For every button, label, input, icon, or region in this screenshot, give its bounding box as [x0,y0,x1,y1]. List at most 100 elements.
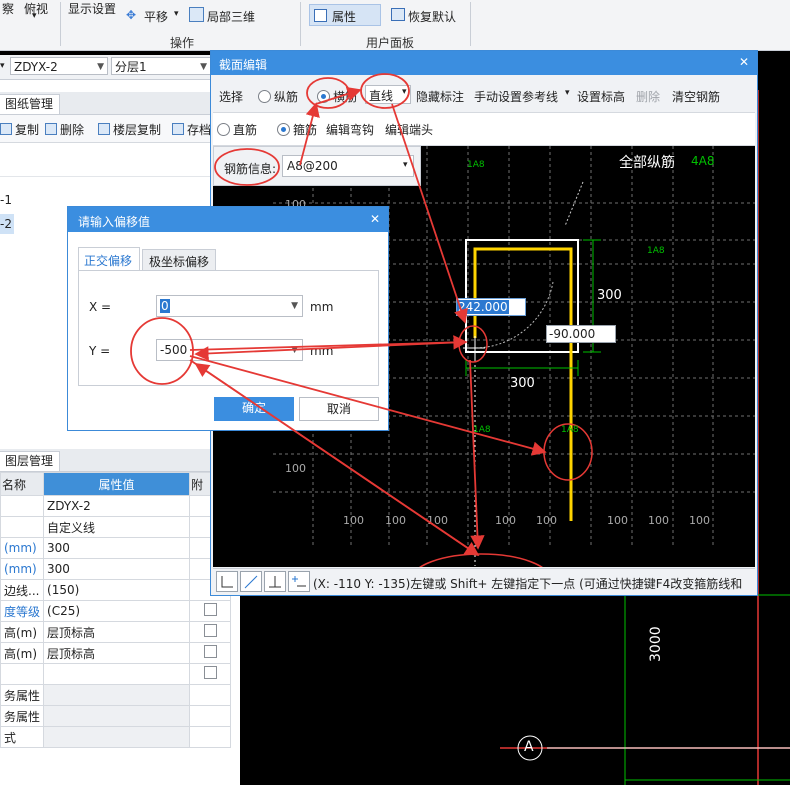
delete-label: 删除 [60,123,85,137]
move-icon: ✥ [126,8,137,22]
property-value[interactable] [43,684,191,706]
table-row[interactable]: 高(m) 层顶标高 [0,642,232,664]
ribbon-item-pan[interactable]: 平移 [144,8,168,25]
ribbon-item-cha[interactable]: 察 [2,0,14,17]
ribbon: 察 俯视 ▾ 显示设置 ✥ 平移 ▾ 局部三维 操作 属性 恢复默认 用户面板 [0,0,790,51]
delete-button[interactable]: 删除 [45,121,84,138]
floor-select[interactable]: 分层1 ▼ [111,57,211,75]
ribbon-item-restore-default[interactable]: 恢复默认 [408,8,456,25]
chevron-down-icon[interactable]: ▾ [565,88,570,98]
property-name: 度等级 [0,600,45,622]
tree-item[interactable]: -1 [0,193,12,207]
chevron-down-icon[interactable]: ▾ [0,61,5,71]
tab-orthogonal-offset[interactable]: 正交偏移 [78,247,140,271]
table-row[interactable]: 务属性 [0,705,232,727]
ok-button[interactable]: 确定 [214,397,294,421]
radio-longitudinal-label: 纵筋 [274,90,299,104]
component-select-value: ZDYX-2 [14,60,58,74]
clear-rebar-button[interactable]: 清空钢筋 [672,88,720,105]
property-value[interactable]: 自定义线 [43,516,191,538]
chevron-down-icon[interactable]: ▾ [32,11,37,21]
tree-item-label: -2 [0,217,12,231]
property-value[interactable]: (150) [43,579,191,601]
ribbon-item-properties[interactable]: 属性 [309,4,381,26]
close-icon[interactable]: ✕ [370,212,380,226]
snap-diagonal-button[interactable] [240,571,262,592]
select-tool-button[interactable]: 选择 [219,88,243,105]
radio-stirrup[interactable]: 箍筋 [277,121,317,138]
property-value[interactable]: 层顶标高 [43,621,191,643]
ribbon-separator [470,2,471,46]
radio-transverse[interactable]: 横筋 [317,88,357,105]
floor-copy-button[interactable]: 楼层复制 [98,121,161,138]
property-value[interactable] [43,663,191,685]
cancel-button[interactable]: 取消 [299,397,379,421]
table-row[interactable]: (mm) 300 [0,537,232,559]
snap-corner-button[interactable] [216,571,238,592]
property-attach [189,621,232,643]
checkbox[interactable] [203,603,217,616]
ribbon-item-local-3d[interactable]: 局部三维 [207,8,255,25]
chevron-down-icon[interactable]: ▾ [174,9,179,19]
table-row[interactable]: 务属性 [0,684,232,706]
checkbox[interactable] [203,645,217,658]
table-row[interactable]: 边线... (150) [0,579,232,601]
property-value[interactable]: (C25) [43,600,191,622]
y-offset-input[interactable]: -500 ▼ [156,339,303,361]
tree-item-selected[interactable]: -2 [0,214,14,234]
property-value[interactable]: 层顶标高 [43,642,191,664]
section-status-bar: (X: -110 Y: -135)左键或 Shift+ 左键指定下一点 (可通过… [213,568,755,595]
property-value[interactable] [43,726,191,748]
table-row[interactable]: (mm) 300 [0,558,232,580]
property-value[interactable] [43,705,191,727]
manual-reference-line-button[interactable]: 手动设置参考线 [474,88,558,105]
properties-label: 属性 [332,10,357,24]
snap-offset-button[interactable] [288,571,310,592]
ribbon-item-display-settings[interactable]: 显示设置 [68,0,116,17]
line-type-dropdown[interactable]: 直线 ▾ [365,85,411,104]
table-row[interactable]: 度等级 (C25) [0,600,232,622]
x-offset-input[interactable]: 0 ▼ [156,295,303,317]
hide-annotation-button[interactable]: 隐藏标注 [416,88,464,105]
snap-perpendicular-button[interactable] [264,571,286,592]
component-select[interactable]: ZDYX-2 ▼ [10,57,108,75]
set-elevation-button[interactable]: 设置标高 [577,88,625,105]
dimension-3000: 3000 [648,626,664,662]
grid-label: 100 [689,514,710,527]
tab-polar-offset[interactable]: 极坐标偏移 [142,249,216,271]
rebar-info-select[interactable]: A8@200 ▾ [282,155,414,177]
radio-longitudinal[interactable]: 纵筋 [258,88,298,105]
table-row[interactable]: 式 [0,726,232,748]
grid-label: 100 [285,462,306,475]
dynamic-input-x[interactable]: 242.000 [456,298,526,316]
property-name: 高(m) [0,642,45,664]
table-row[interactable]: ZDYX-2 [0,495,232,517]
table-row[interactable]: 高(m) 层顶标高 [0,621,232,643]
delete-button[interactable]: 删除 [636,88,660,105]
table-row[interactable] [0,663,232,685]
rebar-info-value: A8@200 [287,159,338,173]
x-offset-label: X = [89,300,112,314]
table-row[interactable]: 自定义线 [0,516,232,538]
x-offset-unit: mm [310,300,334,314]
edit-hook-button[interactable]: 编辑弯钩 [326,121,374,138]
selector-row: ▾ ZDYX-2 ▼ 分层1 ▼ [0,55,212,80]
save-button[interactable]: 存档 [172,121,211,138]
edit-end-button[interactable]: 编辑端头 [385,121,433,138]
drawing-panel-tab[interactable]: 图纸管理 [0,94,61,114]
radio-straight-bar[interactable]: 直筋 [217,121,257,138]
layer-panel-tab[interactable]: 图层管理 [0,451,61,471]
chevron-down-icon: ▼ [291,345,298,355]
property-value[interactable]: ZDYX-2 [43,495,191,517]
axis-label-a: A [524,739,534,755]
y-offset-label: Y = [89,344,111,358]
close-icon[interactable]: ✕ [739,55,749,69]
checkbox[interactable] [203,624,217,637]
dynamic-input-y[interactable]: -90.000 [546,325,616,343]
copy-button[interactable]: 复制 [0,121,39,138]
checkbox[interactable] [203,666,217,679]
property-value[interactable]: 300 [43,537,191,559]
property-value[interactable]: 300 [43,558,191,580]
offset-dialog-titlebar[interactable]: 请输入偏移值 ✕ [68,207,388,232]
section-dialog-titlebar[interactable]: 截面编辑 ✕ [211,51,757,75]
